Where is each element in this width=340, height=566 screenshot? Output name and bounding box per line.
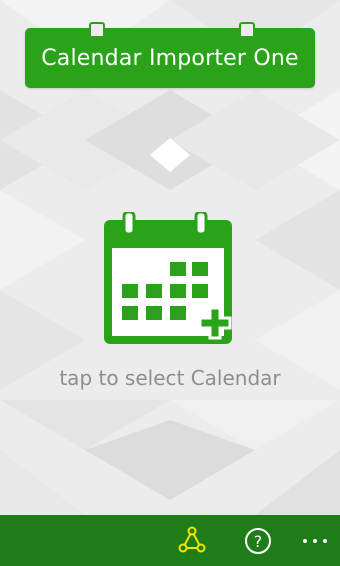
- app-title: Calendar Importer One: [41, 45, 299, 71]
- app-title-banner: Calendar Importer One: [25, 22, 315, 88]
- help-glyph: ?: [254, 532, 263, 551]
- app-bar: ?: [0, 515, 340, 566]
- help-icon: ?: [245, 528, 271, 554]
- more-button[interactable]: [300, 525, 330, 557]
- select-calendar-label: tap to select Calendar: [59, 366, 281, 390]
- share-icon: [178, 526, 206, 553]
- help-button[interactable]: ?: [242, 525, 274, 557]
- share-button[interactable]: [176, 525, 208, 557]
- calendar-add-icon: [104, 210, 232, 344]
- more-icon: [303, 539, 327, 543]
- select-calendar-button[interactable]: [100, 210, 240, 352]
